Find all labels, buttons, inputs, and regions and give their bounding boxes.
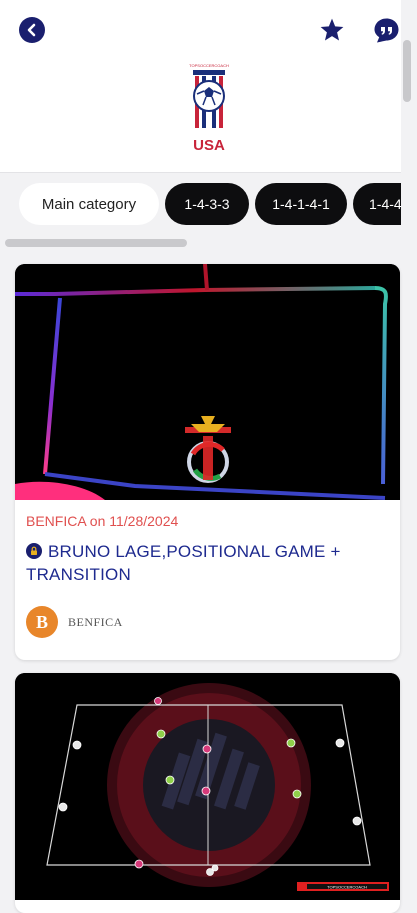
back-button[interactable] <box>19 17 45 43</box>
session-thumbnail[interactable] <box>15 264 400 500</box>
session-card[interactable]: BENFICA on 11/28/2024 BRUNO LAGE,POSITIO… <box>15 264 400 660</box>
comments-button[interactable] <box>373 17 400 44</box>
session-card[interactable]: TOPSOCCERCOACH <box>15 673 400 913</box>
svg-text:USA: USA <box>193 137 225 154</box>
author-avatar[interactable]: B <box>26 606 58 638</box>
vertical-scrollbar[interactable] <box>403 40 411 102</box>
quote-chat-icon <box>374 18 399 43</box>
star-icon <box>320 18 344 41</box>
chip-main-category[interactable]: Main category <box>19 183 159 225</box>
author-name[interactable]: BENFICA <box>68 615 123 630</box>
session-thumbnail[interactable]: TOPSOCCERCOACH <box>15 673 400 900</box>
session-meta: BENFICA on 11/28/2024 <box>26 513 179 529</box>
svg-text:TOPSOCCERCOACH: TOPSOCCERCOACH <box>327 885 367 890</box>
app-header: TOPSOCCERCOACH USA <box>0 0 401 173</box>
horizontal-scrollbar[interactable] <box>5 239 187 247</box>
session-title-row[interactable]: BRUNO LAGE,POSITIONAL GAME + TRANSITION <box>26 540 376 586</box>
lock-icon <box>26 543 42 559</box>
back-arrow-icon <box>27 23 36 37</box>
svg-text:TOPSOCCERCOACH: TOPSOCCERCOACH <box>189 63 229 68</box>
session-title[interactable]: BRUNO LAGE,POSITIONAL GAME + TRANSITION <box>26 542 341 584</box>
chip-1-4-4[interactable]: 1-4-4 <box>353 183 401 225</box>
chip-1-4-3-3[interactable]: 1-4-3-3 <box>165 183 249 225</box>
team-logo: TOPSOCCERCOACH USA <box>183 60 235 156</box>
chip-1-4-1-4-1[interactable]: 1-4-1-4-1 <box>255 183 347 225</box>
favorite-button[interactable] <box>319 17 345 43</box>
